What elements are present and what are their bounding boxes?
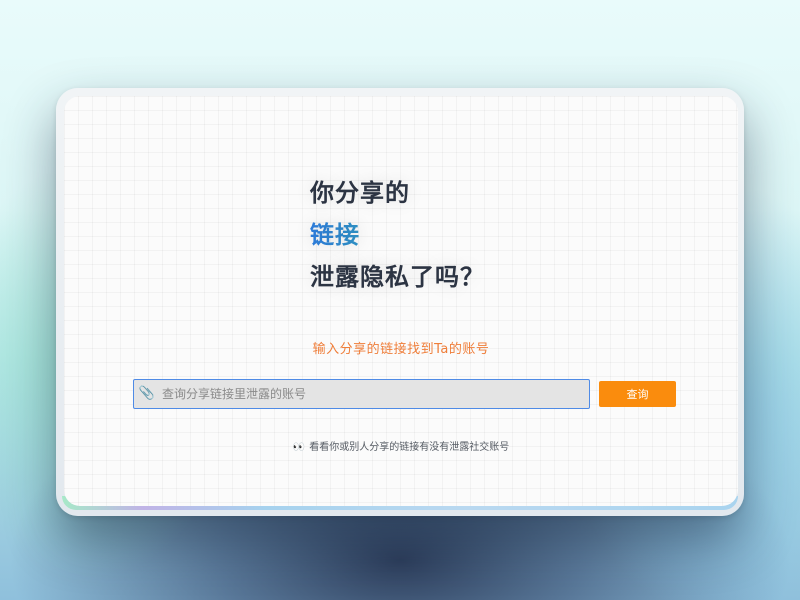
headline-line-1: 你分享的	[310, 179, 410, 207]
subtitle: 输入分享的链接找到Ta的账号	[312, 342, 490, 357]
main-card: 你分享的 链接 泄露隐私了吗？ 输入分享的链接找到Ta的账号 📎 查询 👀看看你…	[64, 96, 738, 506]
eyes-icon: 👀	[292, 442, 306, 453]
page-background: 你分享的 链接 泄露隐私了吗？ 输入分享的链接找到Ta的账号 📎 查询 👀看看你…	[0, 0, 800, 600]
query-button[interactable]: 查询	[599, 381, 676, 407]
paperclip-icon: 📎	[138, 386, 156, 401]
link-search-input[interactable]	[160, 380, 589, 408]
search-box[interactable]: 📎	[133, 379, 590, 409]
headline-line-2: 链接	[310, 214, 485, 256]
headline: 你分享的 链接 泄露隐私了吗？	[310, 172, 485, 298]
hint-text-row: 👀 看看你或别人分享的链接有没有泄露社交账号	[64, 438, 738, 453]
headline-line-3: 泄露隐私了吗？	[310, 263, 485, 291]
hint-text: 看看你或别人分享的链接有没有泄露社交账号	[309, 442, 510, 453]
